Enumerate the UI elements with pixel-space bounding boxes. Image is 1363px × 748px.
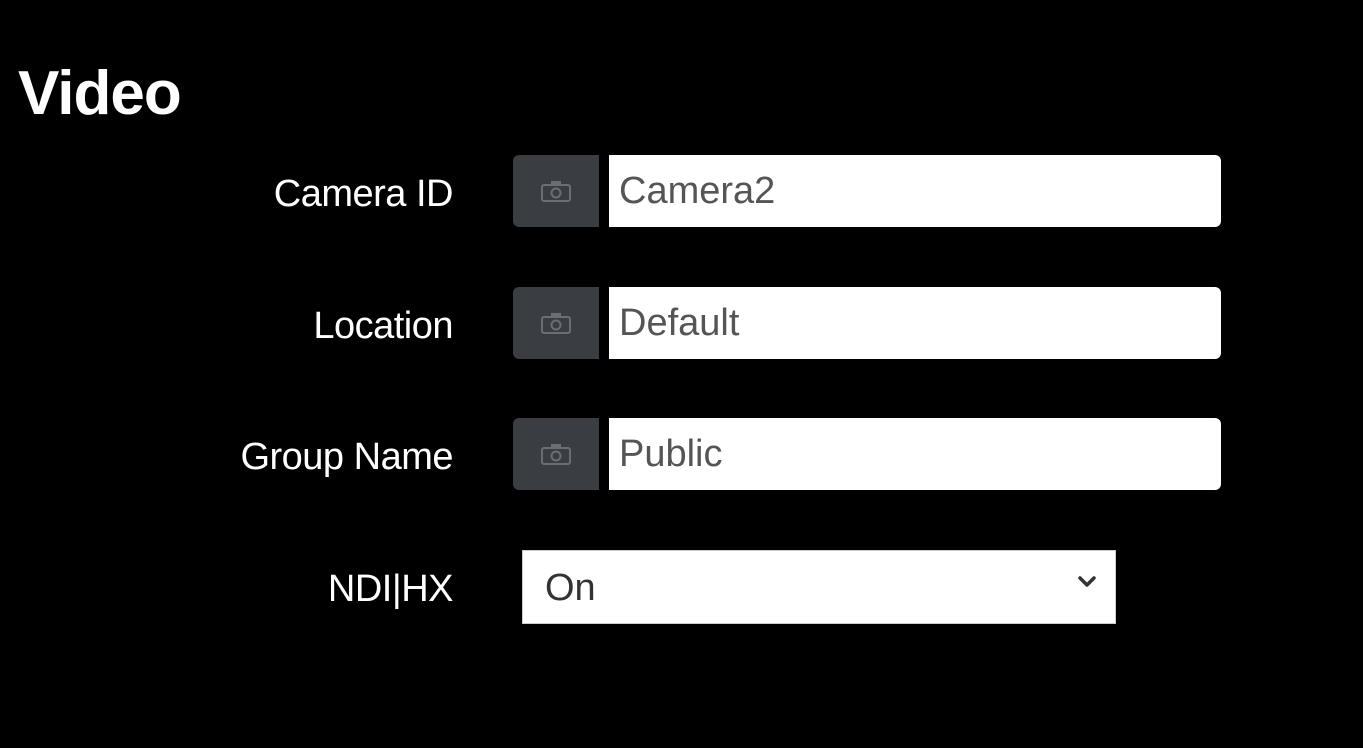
- section-title: Video: [18, 59, 182, 128]
- chevron-down-icon: [1078, 576, 1096, 587]
- ndi-hx-selected-value: On: [545, 567, 596, 609]
- camera-id-input[interactable]: [609, 155, 1221, 227]
- location-row: Location: [0, 287, 1363, 359]
- location-input[interactable]: [609, 287, 1221, 359]
- camera-id-row: Camera ID: [0, 155, 1363, 227]
- video-settings-page: Video Camera ID Location Group Name: [0, 0, 1363, 748]
- group-name-row: Group Name: [0, 418, 1363, 490]
- camera-icon: [541, 444, 571, 465]
- ndi-hx-row: NDI|HX On: [0, 550, 1363, 624]
- location-addon: [513, 287, 599, 359]
- camera-id-label: Camera ID: [273, 173, 454, 215]
- ndi-hx-select[interactable]: On: [522, 550, 1116, 624]
- camera-icon: [541, 313, 571, 334]
- camera-id-addon: [513, 155, 599, 227]
- group-name-input[interactable]: [609, 418, 1221, 490]
- group-name-label: Group Name: [240, 436, 453, 478]
- camera-icon: [541, 181, 571, 202]
- ndi-hx-label: NDI|HX: [327, 568, 454, 610]
- group-name-addon: [513, 418, 599, 490]
- location-label: Location: [313, 305, 453, 347]
